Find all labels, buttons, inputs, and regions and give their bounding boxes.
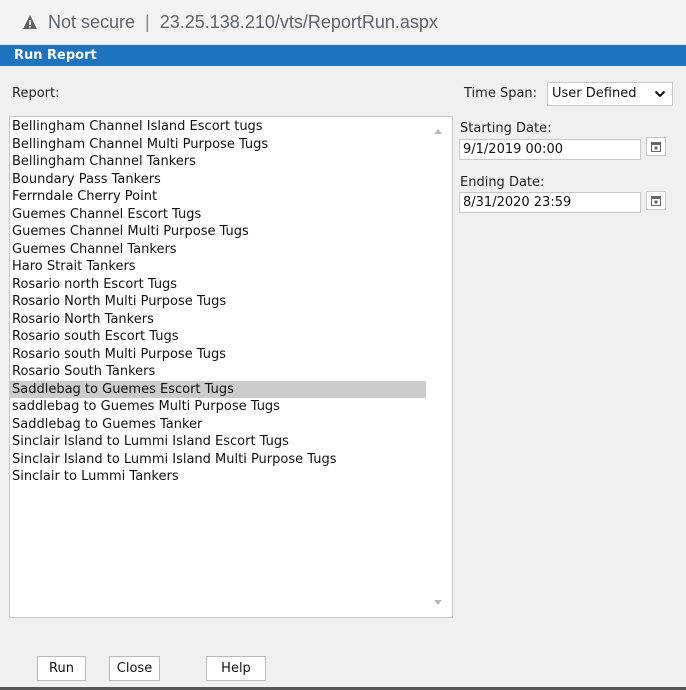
- report-list-item[interactable]: Rosario north Escort Tugs: [10, 276, 426, 294]
- report-list-item[interactable]: Saddlebag to Guemes Escort Tugs: [10, 380, 426, 398]
- ending-date-calendar-button[interactable]: [646, 191, 666, 210]
- warning-triangle-icon: [23, 15, 37, 29]
- report-list-item[interactable]: Ferrndale Cherry Point: [10, 188, 426, 206]
- ending-date-label: Ending Date:: [460, 175, 545, 190]
- close-button[interactable]: Close: [109, 656, 160, 681]
- url-text[interactable]: 23.25.138.210/vts/ReportRun.aspx: [160, 12, 438, 33]
- report-list-item[interactable]: Bellingham Channel Tankers: [10, 153, 426, 171]
- starting-date-input[interactable]: 9/1/2019 00:00: [459, 139, 641, 160]
- report-list-item[interactable]: Boundary Pass Tankers: [10, 171, 426, 189]
- time-span-value: User Defined: [552, 86, 637, 101]
- report-list-item[interactable]: Guemes Channel Escort Tugs: [10, 206, 426, 224]
- scroll-down-arrow-icon[interactable]: [434, 600, 442, 605]
- report-list-item[interactable]: Rosario south Multi Purpose Tugs: [10, 346, 426, 364]
- time-span-label: Time Span:: [464, 86, 538, 101]
- report-list-item[interactable]: Bellingham Channel Multi Purpose Tugs: [10, 136, 426, 154]
- report-list-item[interactable]: Rosario South Tankers: [10, 363, 426, 381]
- dialog-title-bar: Run Report: [0, 45, 686, 66]
- report-list-item[interactable]: saddlebag to Guemes Multi Purpose Tugs: [10, 398, 426, 416]
- security-status: Not secure: [48, 11, 136, 32]
- report-list-item[interactable]: Sinclair Island to Lummi Island Multi Pu…: [10, 451, 426, 469]
- starting-date-value: 9/1/2019 00:00: [463, 142, 563, 157]
- calendar-icon: [651, 196, 661, 206]
- calendar-icon: [651, 142, 661, 152]
- chevron-down-icon: [654, 90, 666, 98]
- address-separator: |: [145, 11, 150, 32]
- ending-date-value: 8/31/2020 23:59: [463, 195, 572, 210]
- browser-address-bar[interactable]: Not secure | 23.25.138.210/vts/ReportRun…: [0, 0, 686, 45]
- report-list-item[interactable]: Rosario North Tankers: [10, 311, 426, 329]
- starting-date-label: Starting Date:: [460, 121, 552, 136]
- help-button[interactable]: Help: [206, 656, 266, 681]
- report-list-item[interactable]: Haro Strait Tankers: [10, 258, 426, 276]
- report-list-item[interactable]: Bellingham Channel Island Escort tugs: [10, 118, 426, 136]
- report-list-item[interactable]: Sinclair Island to Lummi Island Escort T…: [10, 433, 426, 451]
- run-button[interactable]: Run: [37, 656, 86, 681]
- report-list[interactable]: Bellingham Channel Island Escort tugs Bel…: [9, 116, 453, 618]
- report-list-item[interactable]: Saddlebag to Guemes Tanker: [10, 416, 426, 434]
- starting-date-calendar-button[interactable]: [646, 137, 666, 156]
- report-list-items: Bellingham Channel Island Escort tugs Bel…: [10, 117, 426, 486]
- report-list-item[interactable]: Guemes Channel Multi Purpose Tugs: [10, 223, 426, 241]
- report-label: Report:: [12, 86, 60, 101]
- report-list-item[interactable]: Rosario south Escort Tugs: [10, 328, 426, 346]
- scroll-up-arrow-icon[interactable]: [434, 129, 442, 134]
- report-list-item[interactable]: Sinclair to Lummi Tankers: [10, 468, 426, 486]
- ending-date-input[interactable]: 8/31/2020 23:59: [459, 192, 641, 213]
- report-list-item[interactable]: Guemes Channel Tankers: [10, 241, 426, 259]
- time-span-select[interactable]: User Defined: [547, 82, 673, 106]
- report-list-item[interactable]: Rosario North Multi Purpose Tugs: [10, 293, 426, 311]
- dialog-title: Run Report: [14, 48, 97, 63]
